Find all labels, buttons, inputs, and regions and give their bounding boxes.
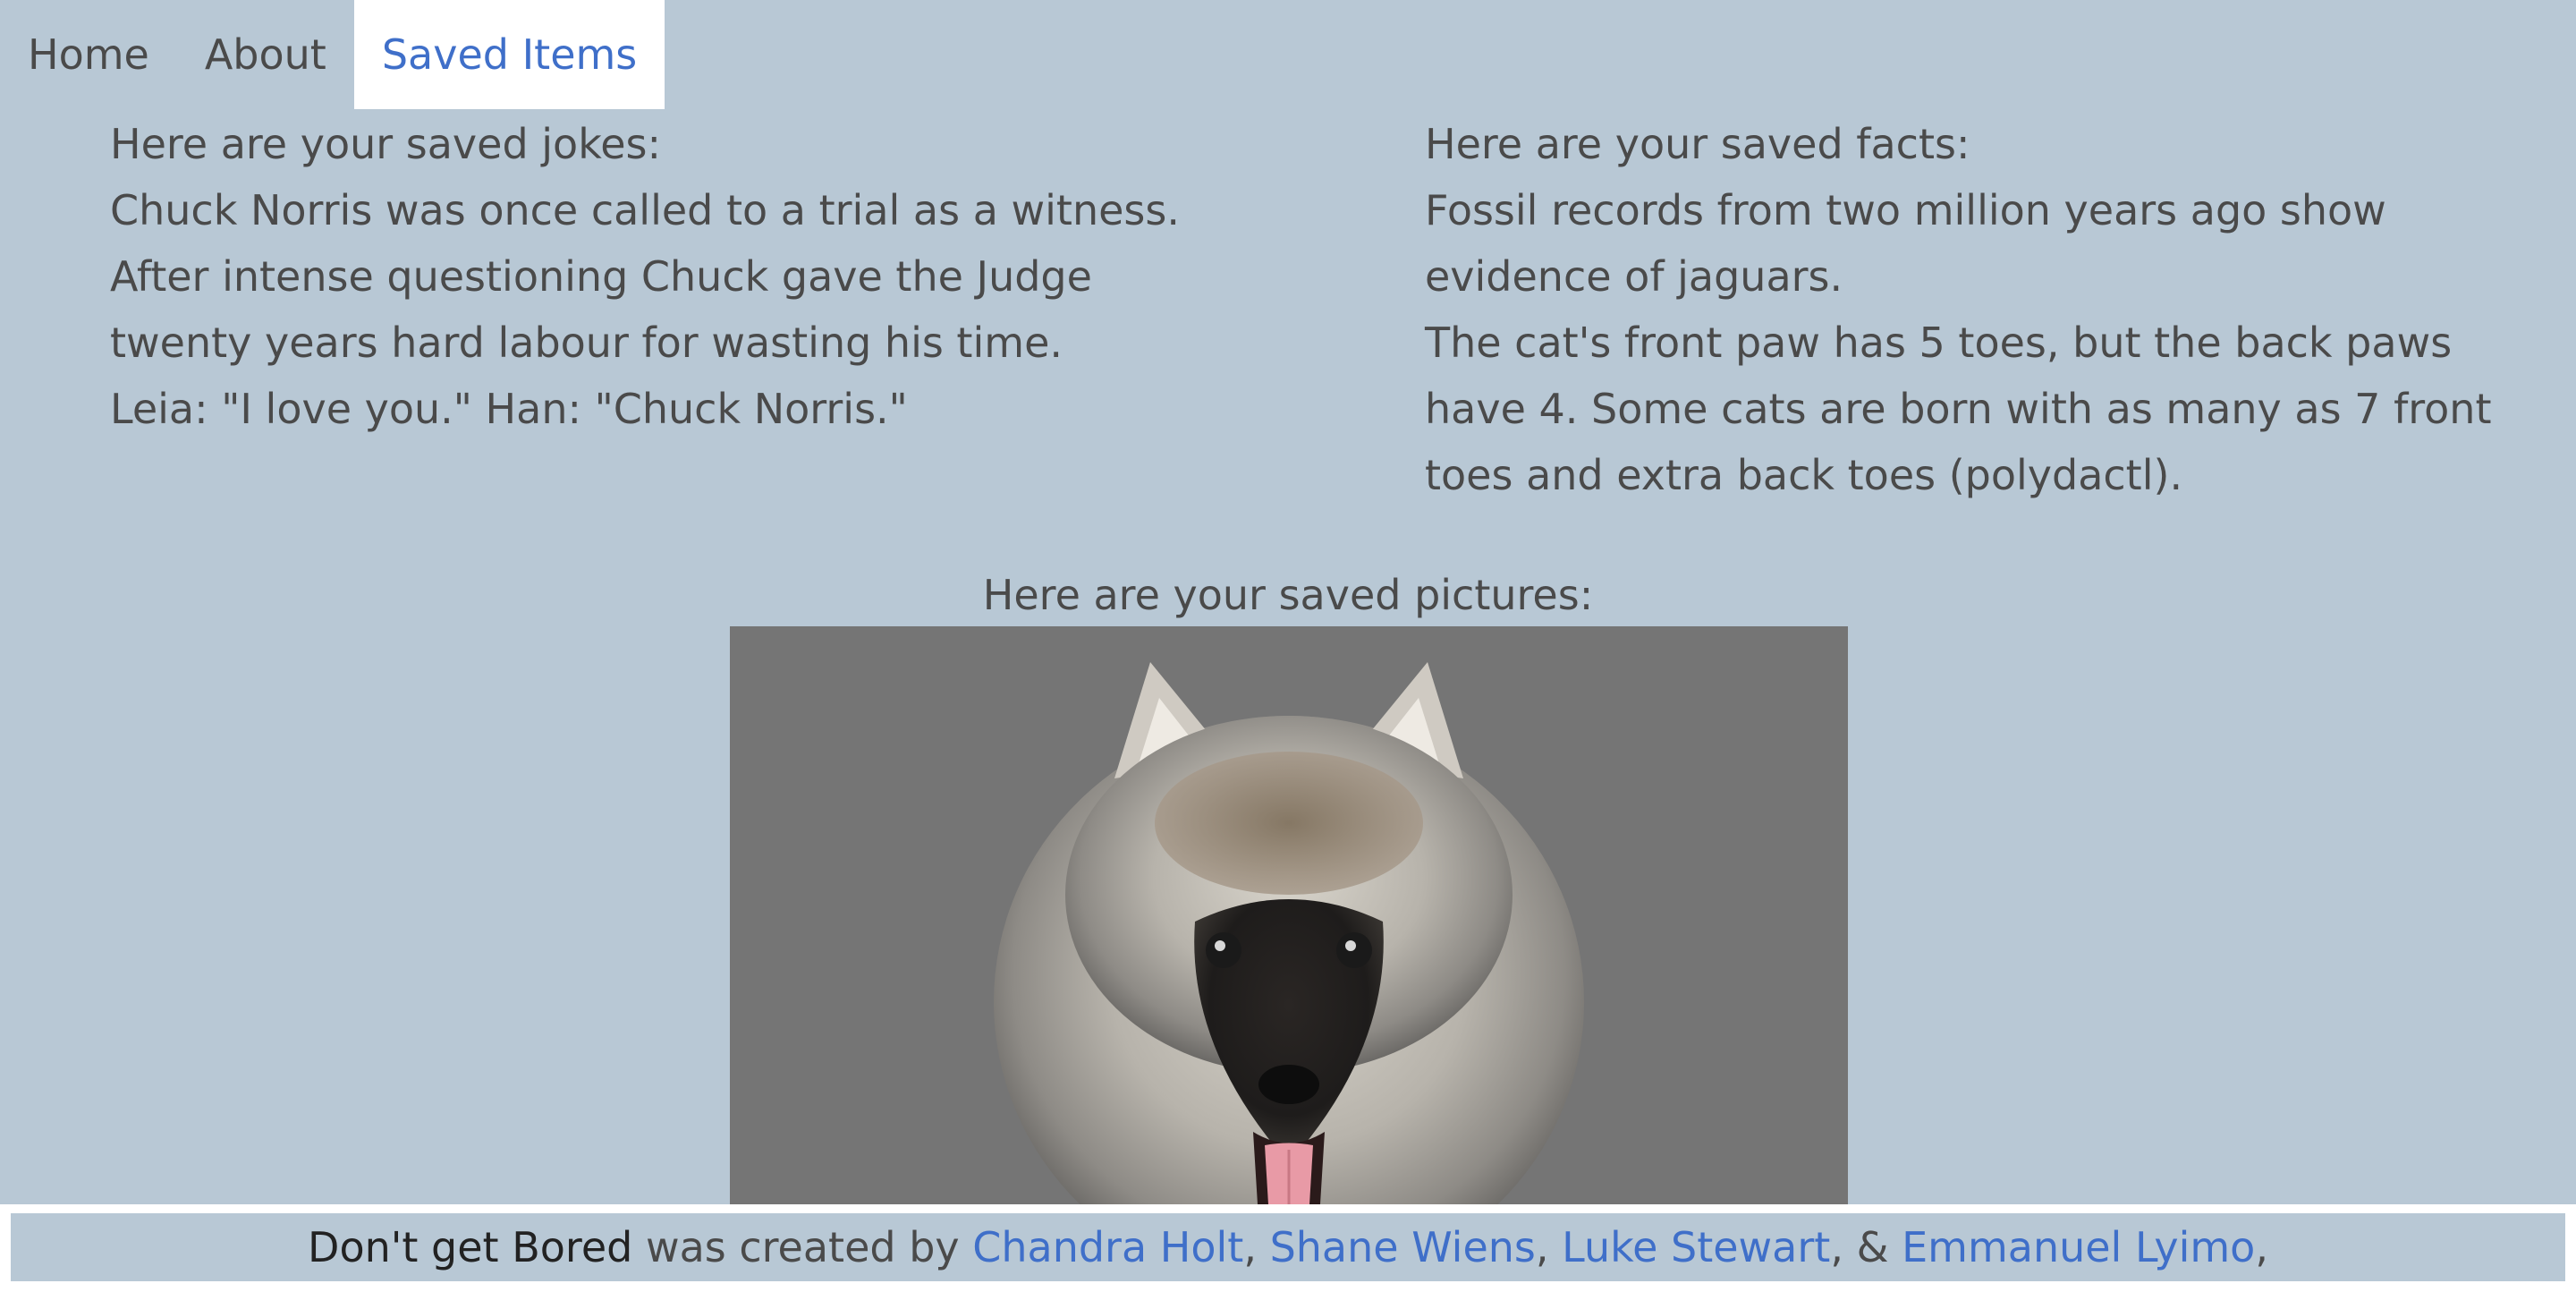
author-link-emmanuel-lyimo[interactable]: Emmanuel Lyimo [1902, 1223, 2255, 1271]
saved-jokes-heading: Here are your saved jokes: [110, 120, 661, 168]
brand-name: Don't get Bored [308, 1223, 633, 1271]
saved-facts-section: Here are your saved facts: Fossil record… [1425, 111, 2525, 508]
footer-credits: Don't get Bored was created by Chandra H… [11, 1213, 2565, 1281]
fact-item: Fossil records from two million years ag… [1425, 186, 2386, 301]
puppy-photo [730, 626, 1848, 1204]
joke-item: Chuck Norris was once called to a trial … [110, 186, 1180, 367]
puppy-image [730, 626, 1848, 1204]
saved-facts-heading: Here are your saved facts: [1425, 120, 1970, 168]
footer-separator: , & [1830, 1223, 1902, 1271]
footer-separator: , [1243, 1223, 1270, 1271]
author-link-chandra-holt[interactable]: Chandra Holt [972, 1223, 1243, 1271]
tab-home[interactable]: Home [0, 0, 177, 109]
footer-trailing: , [2255, 1223, 2268, 1271]
saved-pictures-heading: Here are your saved pictures: [982, 571, 1594, 619]
tab-about[interactable]: About [177, 0, 354, 109]
author-link-luke-stewart[interactable]: Luke Stewart [1562, 1223, 1830, 1271]
author-link-shane-wiens[interactable]: Shane Wiens [1270, 1223, 1536, 1271]
footer: Don't get Bored was created by Chandra H… [0, 1204, 2576, 1292]
tab-saved-items[interactable]: Saved Items [353, 0, 665, 109]
joke-item: Leia: "I love you." Han: "Chuck Norris." [110, 385, 908, 433]
saved-jokes-section: Here are your saved jokes: Chuck Norris … [110, 111, 1192, 442]
footer-separator: , [1535, 1223, 1563, 1271]
fact-item: The cat's front paw has 5 toes, but the … [1425, 319, 2492, 499]
top-nav: Home About Saved Items [0, 0, 665, 109]
footer-text: was created by [632, 1223, 973, 1271]
